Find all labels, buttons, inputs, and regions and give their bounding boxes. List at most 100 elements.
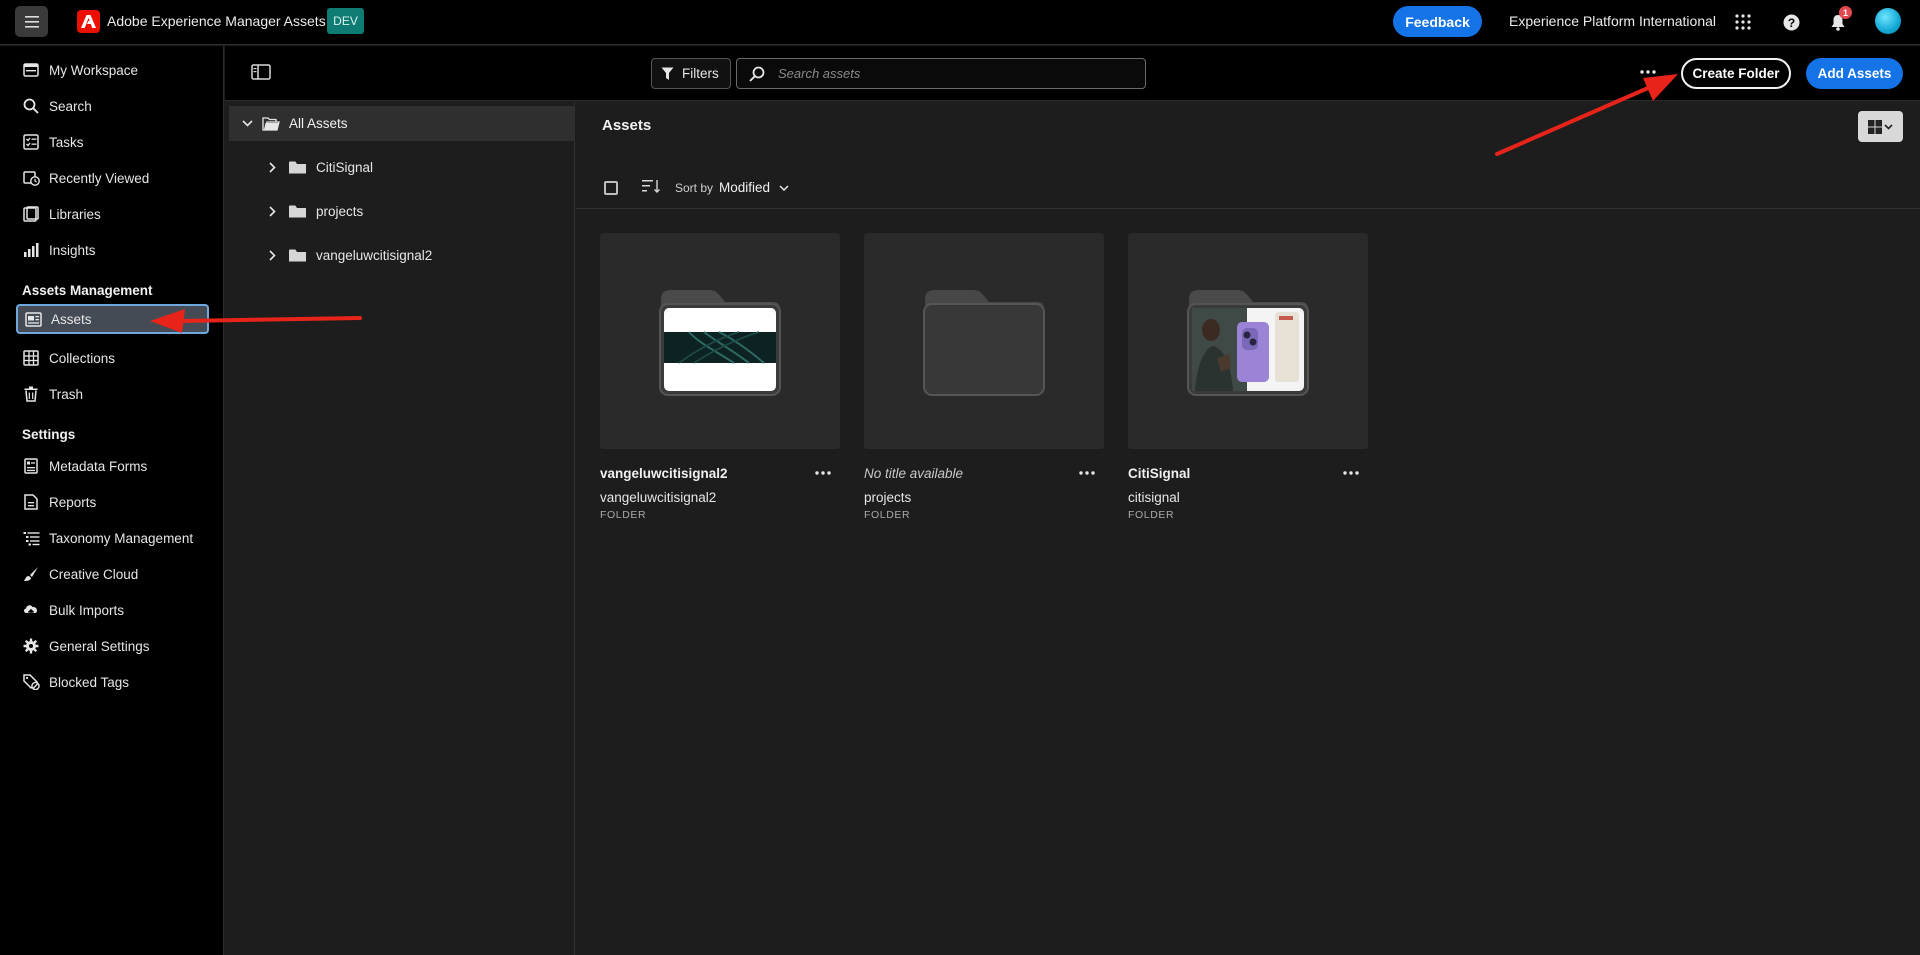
tree-node-vangeluwcitisignal2[interactable]: vangeluwcitisignal2 [265,240,432,270]
sidebar-item-label: Search [49,98,92,114]
search-input[interactable] [778,66,1138,81]
search-icon [749,66,765,82]
card-thumbnail[interactable] [600,233,840,449]
tree-node-label: CitiSignal [316,159,374,175]
sidebar-item-taxonomy-management[interactable]: Taxonomy Management [16,523,209,553]
folder-card[interactable]: CitiSignal citisignal FOLDER [1128,233,1368,521]
avatar[interactable] [1875,8,1901,34]
search-field[interactable] [736,58,1146,89]
sidebar-item-trash[interactable]: Trash [16,379,209,409]
sidebar-item-label: General Settings [49,638,150,654]
bulk-imports-icon [22,601,40,619]
sidebar-item-label: Collections [49,350,116,366]
workspace-icon [22,61,40,79]
sidebar-item-label: Creative Cloud [49,566,139,582]
tree-node-projects[interactable]: projects [265,196,363,226]
more-options-icon[interactable] [813,466,833,480]
sidebar-item-label: Libraries [49,206,101,222]
apps-grid-icon[interactable] [1731,10,1755,34]
trash-icon [22,385,40,403]
top-bar: Adobe Experience Manager Assets DEV Feed… [0,0,1920,45]
card-thumbnail[interactable] [1128,233,1368,449]
filters-button[interactable]: Filters [651,58,731,89]
help-icon[interactable]: ? [1779,10,1803,34]
sidebar-item-collections[interactable]: Collections [16,343,209,373]
libraries-icon [22,205,40,223]
sidebar-item-assets[interactable]: Assets [16,304,209,334]
card-thumbnail[interactable] [864,233,1104,449]
folder-icon [289,249,306,262]
sidebar-item-label: My Workspace [49,62,139,78]
recent-icon [22,169,40,187]
chevron-right-icon[interactable] [265,204,279,218]
settings-heading: Settings [22,427,76,442]
sidebar-item-general-settings[interactable]: General Settings [16,631,209,661]
sort-by-label: Sort by [675,181,714,195]
more-options-icon[interactable] [1077,466,1097,480]
toolbar: Filters Create Folder Add Assets [225,46,1920,101]
feedback-button[interactable]: Feedback [1393,6,1482,37]
notification-badge: 1 [1839,6,1852,19]
sidebar-item-recently-viewed[interactable]: Recently Viewed [16,163,209,193]
sort-by-picker[interactable]: Modified [719,180,789,195]
sidebar-item-creative-cloud[interactable]: Creative Cloud [16,559,209,589]
sidebar-item-tasks[interactable]: Tasks [16,127,209,157]
taxonomy-icon [22,529,40,547]
sidebar-item-label: Taxonomy Management [49,530,194,546]
add-assets-button[interactable]: Add Assets [1806,58,1903,89]
create-folder-button[interactable]: Create Folder [1681,58,1791,89]
card-type: FOLDER [600,509,647,521]
blocked-tags-icon [22,673,40,691]
card-title: CitiSignal [1128,466,1191,481]
card-type: FOLDER [864,509,911,521]
folder-card[interactable]: vangeluwcitisignal2 vangeluwcitisignal2 … [600,233,840,521]
sidebar-item-blocked-tags[interactable]: Blocked Tags [16,667,209,697]
sort-value-label: Modified [719,180,771,195]
chevron-down-icon [779,184,789,191]
reports-icon [22,493,40,511]
card-type: FOLDER [1128,509,1175,521]
sidebar-item-metadata-forms[interactable]: Metadata Forms [16,451,209,481]
sidebar-item-bulk-imports[interactable]: Bulk Imports [16,595,209,625]
sidebar-item-search[interactable]: Search [16,91,209,121]
sidebar-item-my-workspace[interactable]: My Workspace [16,55,209,85]
more-actions-icon[interactable] [1634,62,1662,82]
panel-toggle-icon[interactable] [251,64,271,82]
more-options-icon[interactable] [1341,466,1361,480]
sort-bar: Sort by Modified [576,167,1920,209]
bell-icon[interactable]: 1 [1826,6,1852,34]
assets-icon [24,310,42,328]
folder-card[interactable]: No title available projects FOLDER [864,233,1104,521]
tree-node-label: vangeluwcitisignal2 [316,247,433,263]
svg-text:?: ? [1787,16,1794,30]
chevron-down-icon[interactable] [240,117,254,131]
card-title: vangeluwcitisignal2 [600,466,728,481]
folder-icon [1187,290,1309,396]
menu-icon[interactable] [15,6,48,37]
sort-direction-icon[interactable] [642,179,660,195]
tree-node-label: All Assets [289,116,348,131]
sidebar-item-libraries[interactable]: Libraries [16,199,209,229]
select-all-checkbox[interactable] [604,181,618,195]
sidebar-item-label: Assets [51,311,92,327]
tasks-icon [22,133,40,151]
sidebar-item-label: Bulk Imports [49,602,125,618]
sidebar-item-insights[interactable]: Insights [16,235,209,265]
filters-label: Filters [682,66,719,81]
insights-icon [22,241,40,259]
chevron-right-icon[interactable] [265,248,279,262]
card-name: projects [864,490,912,505]
adobe-logo-icon[interactable] [77,10,100,33]
tree-node-label: projects [316,203,364,219]
folder-icon [923,290,1045,396]
sidebar-item-reports[interactable]: Reports [16,487,209,517]
sidebar-item-label: Reports [49,494,97,510]
app-title[interactable]: Adobe Experience Manager Assets [107,13,326,29]
folder-icon [289,161,306,174]
tree-root-all-assets[interactable]: All Assets [229,106,575,141]
gear-icon [22,637,40,655]
org-switcher[interactable]: Experience Platform International [1509,13,1716,29]
tree-node-citisignal[interactable]: CitiSignal [265,152,373,182]
chevron-right-icon[interactable] [265,160,279,174]
view-switcher[interactable] [1858,111,1903,142]
